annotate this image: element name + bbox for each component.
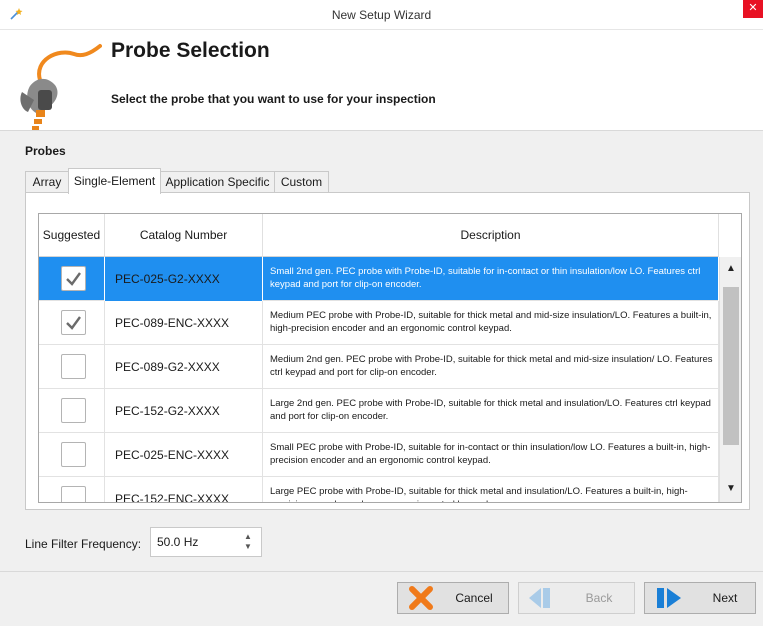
suggested-checkbox[interactable]: [61, 442, 86, 467]
catalog-number: PEC-152-G2-XXXX: [115, 404, 220, 418]
grid-header-corner: [719, 214, 741, 257]
description-cell: Medium PEC probe with Probe-ID, suitable…: [263, 301, 719, 345]
scroll-up-arrow-icon[interactable]: ▲: [720, 259, 741, 279]
page-subtitle: Select the probe that you want to use fo…: [111, 92, 436, 106]
table-row[interactable]: PEC-089-ENC-XXXX Medium PEC probe with Pr…: [39, 301, 719, 345]
back-arrow-icon: [529, 588, 550, 608]
spin-buttons[interactable]: ▲ ▼: [243, 532, 253, 552]
probe-description: Small 2nd gen. PEC probe with Probe-ID, …: [270, 266, 701, 290]
description-cell: Medium 2nd gen. PEC probe with Probe-ID,…: [263, 345, 719, 389]
spin-up-icon[interactable]: ▲: [243, 532, 253, 542]
suggested-cell: [39, 477, 105, 502]
footer-divider: [0, 571, 763, 572]
line-filter-frequency-value[interactable]: 50.0 Hz: [157, 535, 198, 549]
probe-hand-icon: [20, 44, 102, 130]
probe-description: Large 2nd gen. PEC probe with Probe-ID, …: [270, 398, 711, 422]
spin-down-icon[interactable]: ▼: [243, 542, 253, 552]
table-row[interactable]: PEC-152-G2-XXXX Large 2nd gen. PEC probe …: [39, 389, 719, 433]
catalog-number-cell: PEC-152-ENC-XXXX: [105, 477, 263, 503]
suggested-checkbox-checked[interactable]: [61, 266, 86, 291]
line-filter-frequency-label: Line Filter Frequency:: [25, 537, 142, 551]
window-title: New Setup Wizard: [331, 8, 432, 22]
suggested-cell: [39, 345, 105, 389]
title-bar: New Setup Wizard ✕: [0, 0, 763, 30]
tab-array[interactable]: Array: [25, 171, 69, 193]
catalog-number: PEC-025-ENC-XXXX: [115, 448, 230, 462]
next-button-label: Next: [712, 591, 738, 605]
close-button[interactable]: ✕: [743, 0, 763, 18]
catalog-number: PEC-089-ENC-XXXX: [115, 316, 230, 330]
suggested-checkbox-checked[interactable]: [61, 310, 86, 335]
description-cell: Small 2nd gen. PEC probe with Probe-ID, …: [263, 257, 719, 301]
tab-application-specific[interactable]: Application Specific: [160, 171, 275, 193]
catalog-number-cell: PEC-089-G2-XXXX: [105, 345, 263, 389]
suggested-cell: [39, 257, 105, 301]
vertical-scrollbar[interactable]: ▲ ▼: [719, 257, 741, 502]
tab-single-element[interactable]: Single-Element: [68, 168, 161, 194]
tab-panel-single-element: Suggested Catalog Number Description PEC…: [25, 192, 750, 510]
cancel-button[interactable]: Cancel: [397, 582, 509, 614]
suggested-checkbox[interactable]: [61, 354, 86, 379]
tab-custom[interactable]: Custom: [274, 171, 329, 193]
catalog-number-cell: PEC-089-ENC-XXXX: [105, 301, 263, 345]
description-cell: Large 2nd gen. PEC probe with Probe-ID, …: [263, 389, 719, 433]
next-arrow-icon: [657, 588, 681, 608]
wizard-header: Probe Selection Select the probe that yo…: [0, 30, 763, 130]
catalog-number-cell: PEC-152-G2-XXXX: [105, 389, 263, 433]
back-button-label: Back: [585, 591, 613, 605]
description-cell: Small PEC probe with Probe-ID, suitable …: [263, 433, 719, 477]
table-row[interactable]: PEC-152-ENC-XXXX Large PEC probe with Pro…: [39, 477, 719, 503]
scroll-down-arrow-icon[interactable]: ▼: [720, 479, 741, 499]
suggested-cell: [39, 301, 105, 345]
column-header-catalog-number[interactable]: Catalog Number: [105, 214, 263, 257]
main-panel: Probes Array Single-Element Application …: [0, 130, 763, 626]
table-row[interactable]: PEC-089-G2-XXXX Medium 2nd gen. PEC probe…: [39, 345, 719, 389]
suggested-cell: [39, 389, 105, 433]
column-header-description[interactable]: Description: [263, 214, 719, 257]
line-filter-frequency-spinbox[interactable]: 50.0 Hz ▲ ▼: [150, 527, 262, 557]
header-divider: [0, 130, 763, 131]
cancel-x-icon: [409, 586, 433, 610]
probe-description: Large PEC probe with Probe-ID, suitable …: [270, 486, 688, 502]
grid-header: Suggested Catalog Number Description: [39, 214, 719, 257]
catalog-number: PEC-152-ENC-XXXX: [115, 492, 230, 503]
back-button[interactable]: Back: [518, 582, 635, 614]
suggested-checkbox[interactable]: [61, 486, 86, 502]
probe-description: Small PEC probe with Probe-ID, suitable …: [270, 442, 711, 466]
probe-description: Medium 2nd gen. PEC probe with Probe-ID,…: [270, 354, 713, 378]
cancel-button-label: Cancel: [455, 591, 493, 605]
description-cell: Large PEC probe with Probe-ID, suitable …: [263, 477, 719, 502]
probes-group-label: Probes: [25, 144, 66, 158]
suggested-cell: [39, 433, 105, 477]
table-row[interactable]: PEC-025-G2-XXXX Small 2nd gen. PEC probe …: [39, 257, 719, 301]
column-header-suggested[interactable]: Suggested: [39, 214, 105, 257]
catalog-number-cell: PEC-025-G2-XXXX: [105, 257, 263, 301]
catalog-number: PEC-089-G2-XXXX: [115, 360, 220, 374]
probe-grid: Suggested Catalog Number Description PEC…: [38, 213, 742, 503]
table-row[interactable]: PEC-025-ENC-XXXX Small PEC probe with Pro…: [39, 433, 719, 477]
catalog-number: PEC-025-G2-XXXX: [115, 272, 220, 286]
scrollbar-thumb[interactable]: [723, 287, 739, 445]
suggested-checkbox[interactable]: [61, 398, 86, 423]
page-title: Probe Selection: [111, 39, 270, 62]
catalog-number-cell: PEC-025-ENC-XXXX: [105, 433, 263, 477]
next-button[interactable]: Next: [644, 582, 756, 614]
probe-description: Medium PEC probe with Probe-ID, suitable…: [270, 310, 712, 334]
